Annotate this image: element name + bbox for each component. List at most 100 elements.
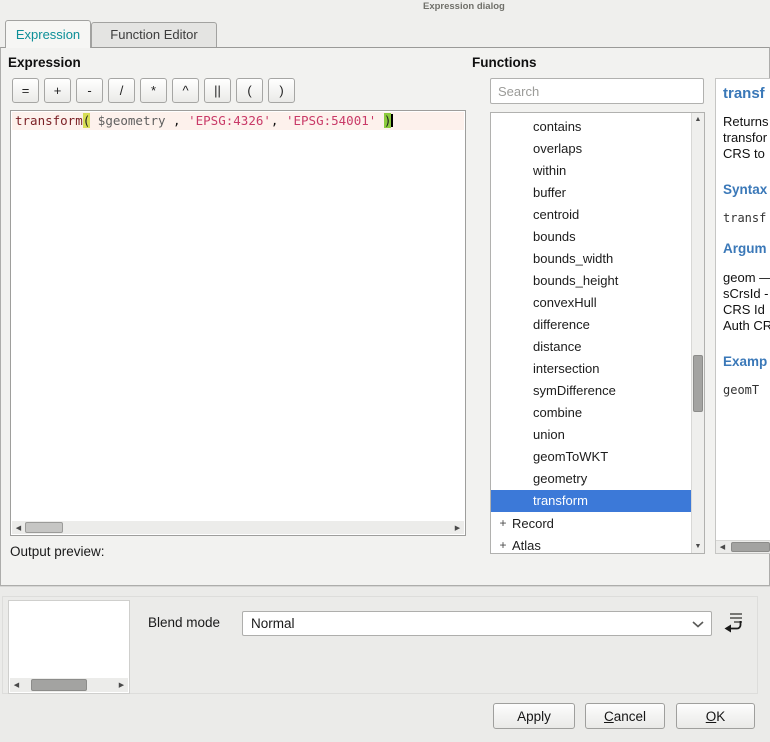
scrollbar-thumb[interactable] <box>693 355 703 412</box>
help-description-line: transfor <box>723 130 770 146</box>
function-item[interactable]: bounds_width <box>491 248 691 270</box>
scroll-right-icon[interactable]: ▶ <box>451 521 464 534</box>
scroll-left-glyph: ◀ <box>720 543 725 551</box>
help-argument-line: sCrsId - <box>723 286 770 302</box>
function-item[interactable]: bounds <box>491 226 691 248</box>
help-content: transf Returns transfor CRS to Syntax tr… <box>716 79 770 397</box>
scroll-left-glyph: ◀ <box>14 681 19 689</box>
function-item[interactable]: union <box>491 424 691 446</box>
function-item[interactable]: convexHull <box>491 292 691 314</box>
scroll-down-glyph: ▼ <box>695 543 702 550</box>
function-item-selected[interactable]: transform <box>491 490 691 512</box>
function-item[interactable]: difference <box>491 314 691 336</box>
function-item[interactable]: symDifference <box>491 380 691 402</box>
scroll-left-icon[interactable]: ◀ <box>10 678 23 692</box>
scrollbar-track[interactable] <box>729 541 770 553</box>
operator-plus-button[interactable]: + <box>44 78 71 103</box>
help-function-title: transf <box>723 85 770 102</box>
scroll-right-glyph: ▶ <box>455 524 460 532</box>
operator-minus-button[interactable]: - <box>76 78 103 103</box>
code-string-1: 'EPSG:4326' <box>188 113 271 128</box>
scroll-left-icon[interactable]: ◀ <box>12 521 25 534</box>
function-item[interactable]: within <box>491 160 691 182</box>
help-argument-line: geom — <box>723 270 770 286</box>
code-function-name: transform <box>15 113 83 128</box>
function-item[interactable]: geometry <box>491 468 691 490</box>
blend-mode-dropdown[interactable]: Normal <box>242 611 712 636</box>
function-list: contains overlaps within buffer centroid… <box>490 112 705 554</box>
code-space <box>90 113 98 128</box>
scrollbar-thumb[interactable] <box>31 679 87 691</box>
help-examples-heading: Examp <box>723 354 770 369</box>
operator-divide-button[interactable]: / <box>108 78 135 103</box>
function-group-record[interactable]: + Record <box>491 512 691 534</box>
code-separator: , <box>166 113 189 128</box>
help-syntax-code: transf <box>723 211 770 225</box>
code-separator: , <box>271 113 286 128</box>
scroll-up-icon[interactable]: ▲ <box>692 113 704 126</box>
ok-button[interactable]: OK <box>676 703 755 729</box>
layer-properties-area: ◀ ▶ Blend mode Normal Apply Cancel OK <box>0 586 770 742</box>
blend-mode-label: Blend mode <box>148 615 220 630</box>
function-item[interactable]: bounds_height <box>491 270 691 292</box>
expand-plus-icon[interactable]: + <box>497 538 509 552</box>
functions-section-heading: Functions <box>472 55 537 70</box>
scroll-left-icon[interactable]: ◀ <box>716 541 729 553</box>
chevron-down-icon <box>692 621 704 628</box>
help-example-code: geomT <box>723 383 770 397</box>
function-list-scrollbar[interactable]: ▲ ▼ <box>691 113 704 553</box>
preview-box: ◀ ▶ <box>8 600 130 694</box>
scroll-right-icon[interactable]: ▶ <box>115 678 128 692</box>
function-item[interactable]: centroid <box>491 204 691 226</box>
code-close-paren: ) <box>384 113 392 128</box>
scrollbar-track[interactable] <box>692 126 704 540</box>
help-horizontal-scrollbar[interactable]: ◀ <box>716 540 770 553</box>
operator-toolbar: = + - / * ^ || ( ) <box>12 78 295 103</box>
scroll-up-glyph: ▲ <box>695 116 702 123</box>
apply-label: Apply <box>494 709 574 724</box>
preview-horizontal-scrollbar[interactable]: ◀ ▶ <box>10 678 128 692</box>
window-title: Expression dialog <box>423 1 505 12</box>
operator-open-paren-button[interactable]: ( <box>236 78 263 103</box>
scroll-down-icon[interactable]: ▼ <box>692 540 704 553</box>
data-defined-override-button[interactable] <box>720 611 746 635</box>
blend-mode-value: Normal <box>251 612 295 635</box>
operator-concat-button[interactable]: || <box>204 78 231 103</box>
tab-expression[interactable]: Expression <box>5 20 91 48</box>
search-input[interactable] <box>490 78 704 104</box>
function-group-label: Atlas <box>512 538 541 553</box>
function-item[interactable]: distance <box>491 336 691 358</box>
operator-close-paren-button[interactable]: ) <box>268 78 295 103</box>
help-argument-line: Auth CR <box>723 318 770 334</box>
help-syntax-heading: Syntax <box>723 182 770 197</box>
function-list-items: contains overlaps within buffer centroid… <box>491 113 691 554</box>
expand-plus-icon[interactable]: + <box>497 516 509 530</box>
scrollbar-thumb[interactable] <box>25 522 63 533</box>
function-item[interactable]: overlaps <box>491 138 691 160</box>
function-item[interactable]: intersection <box>491 358 691 380</box>
scroll-right-glyph: ▶ <box>119 681 124 689</box>
function-group-atlas[interactable]: + Atlas <box>491 534 691 554</box>
help-arguments-heading: Argum <box>723 241 770 256</box>
expression-section-heading: Expression <box>8 55 81 70</box>
help-description-line: CRS to <box>723 146 770 162</box>
scrollbar-track[interactable] <box>23 678 115 692</box>
function-item[interactable]: combine <box>491 402 691 424</box>
operator-equals-button[interactable]: = <box>12 78 39 103</box>
function-item[interactable]: geomToWKT <box>491 446 691 468</box>
operator-power-button[interactable]: ^ <box>172 78 199 103</box>
function-item[interactable]: buffer <box>491 182 691 204</box>
data-defined-override-icon <box>721 611 745 633</box>
function-group-label: Record <box>512 516 554 531</box>
cancel-button[interactable]: Cancel <box>585 703 665 729</box>
code-string-2: 'EPSG:54001' <box>286 113 376 128</box>
operator-multiply-button[interactable]: * <box>140 78 167 103</box>
apply-button[interactable]: Apply <box>493 703 575 729</box>
tab-function-editor[interactable]: Function Editor <box>91 22 217 47</box>
scrollbar-thumb[interactable] <box>731 542 770 552</box>
function-item[interactable]: contains <box>491 116 691 138</box>
expression-dialog: Expression dialog Function Editor Expres… <box>0 0 770 742</box>
scrollbar-track[interactable] <box>25 521 451 534</box>
editor-horizontal-scrollbar[interactable]: ◀ ▶ <box>12 521 464 534</box>
expression-editor[interactable]: transform( $geometry , 'EPSG:4326', 'EPS… <box>10 110 466 536</box>
